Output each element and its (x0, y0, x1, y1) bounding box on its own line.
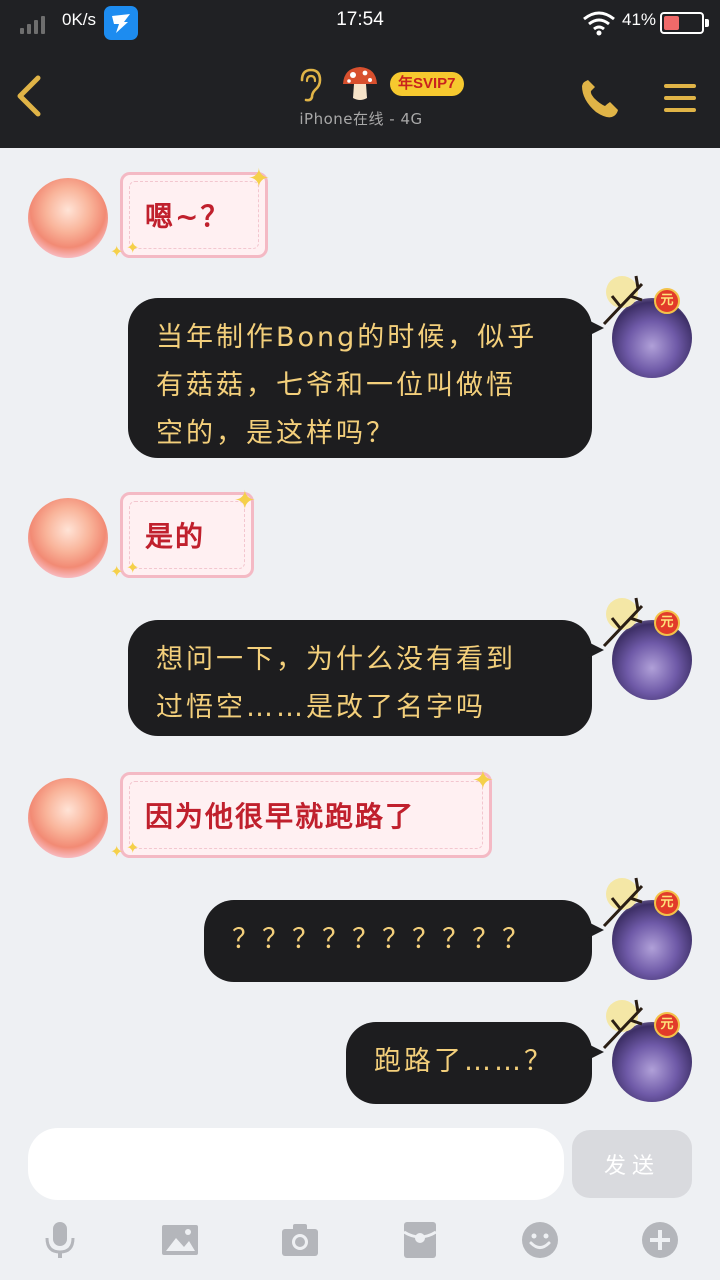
call-button[interactable] (578, 76, 622, 120)
image-icon[interactable] (160, 1220, 200, 1260)
message-text: 嗯~？ (145, 200, 231, 233)
chat-header: 年SVIP7 iPhone在线 - 4G (0, 44, 720, 148)
message-line: 有菇菇，七爷和一位叫做悟 (156, 370, 516, 401)
outgoing-message[interactable]: 当年制作Bong的时候，似乎 有菇菇，七爷和一位叫做悟 空的，是这样吗？ (128, 298, 604, 458)
contact-avatar[interactable] (28, 498, 108, 578)
message-line: 空的，是这样吗？ (156, 418, 396, 449)
star-decoration: ✦ (126, 558, 140, 577)
red-packet-icon[interactable] (400, 1220, 440, 1260)
star-decoration: ✦ (126, 238, 140, 257)
contact-avatar[interactable] (28, 778, 108, 858)
yuan-badge: 元 (654, 610, 680, 636)
menu-button[interactable] (662, 80, 698, 116)
message-line: 当年制作Bong的时候，似乎 (156, 322, 538, 353)
message-line: 想问一下，为什么没有看到 (156, 644, 516, 675)
ear-icon (300, 68, 322, 102)
menu-icon (664, 84, 696, 88)
contact-avatar[interactable] (28, 178, 108, 258)
plus-icon[interactable] (640, 1220, 680, 1260)
star-decoration: ✦ (248, 164, 270, 194)
svip-badge: 年SVIP7 (390, 72, 464, 96)
yuan-badge: 元 (654, 890, 680, 916)
star-decoration: ✦ (110, 842, 124, 861)
battery-icon (660, 12, 709, 34)
send-button[interactable]: 发送 (572, 1130, 692, 1198)
outgoing-message[interactable]: 想问一下，为什么没有看到 过悟空……是改了名字吗 (128, 620, 604, 736)
message-line: ？？？？？？？？？？ (232, 924, 532, 955)
message-input[interactable] (28, 1128, 564, 1200)
star-decoration: ✦ (472, 766, 494, 796)
battery-level (664, 16, 679, 30)
phone-icon (582, 80, 618, 118)
star-decoration: ✦ (110, 562, 124, 581)
battery-percent: 41% (622, 10, 657, 29)
star-decoration: ✦ (126, 838, 140, 857)
star-decoration: ✦ (110, 242, 124, 261)
star-decoration: ✦ (234, 486, 256, 516)
message-text: 因为他很早就跑路了 (145, 800, 416, 833)
message-list[interactable]: 嗯~？ ✦ ✦ ✦ 当年制作Bong的时候，似乎 有菇菇，七爷和一位叫做悟 空的… (0, 148, 720, 1120)
mushroom-icon (343, 67, 377, 100)
camera-icon[interactable] (280, 1220, 320, 1260)
wifi-icon (582, 10, 616, 36)
status-bar: 0K/s 17:54 41% (0, 0, 720, 44)
outgoing-message[interactable]: 跑路了……？ (346, 1022, 604, 1104)
yuan-badge: 元 (654, 1012, 680, 1038)
outgoing-message[interactable]: ？？？？？？？？？？ (204, 900, 604, 982)
message-text: 是的 (145, 520, 206, 553)
mic-icon[interactable] (40, 1220, 80, 1260)
emoji-icon[interactable] (520, 1220, 560, 1260)
message-line: 跑路了……？ (374, 1046, 554, 1077)
incoming-message[interactable]: 嗯~？ (120, 172, 268, 258)
yuan-badge: 元 (654, 288, 680, 314)
message-line: 过悟空……是改了名字吗 (156, 692, 486, 723)
input-bar: 发送 (0, 1120, 720, 1280)
incoming-message[interactable]: 因为他很早就跑路了 (120, 772, 492, 858)
